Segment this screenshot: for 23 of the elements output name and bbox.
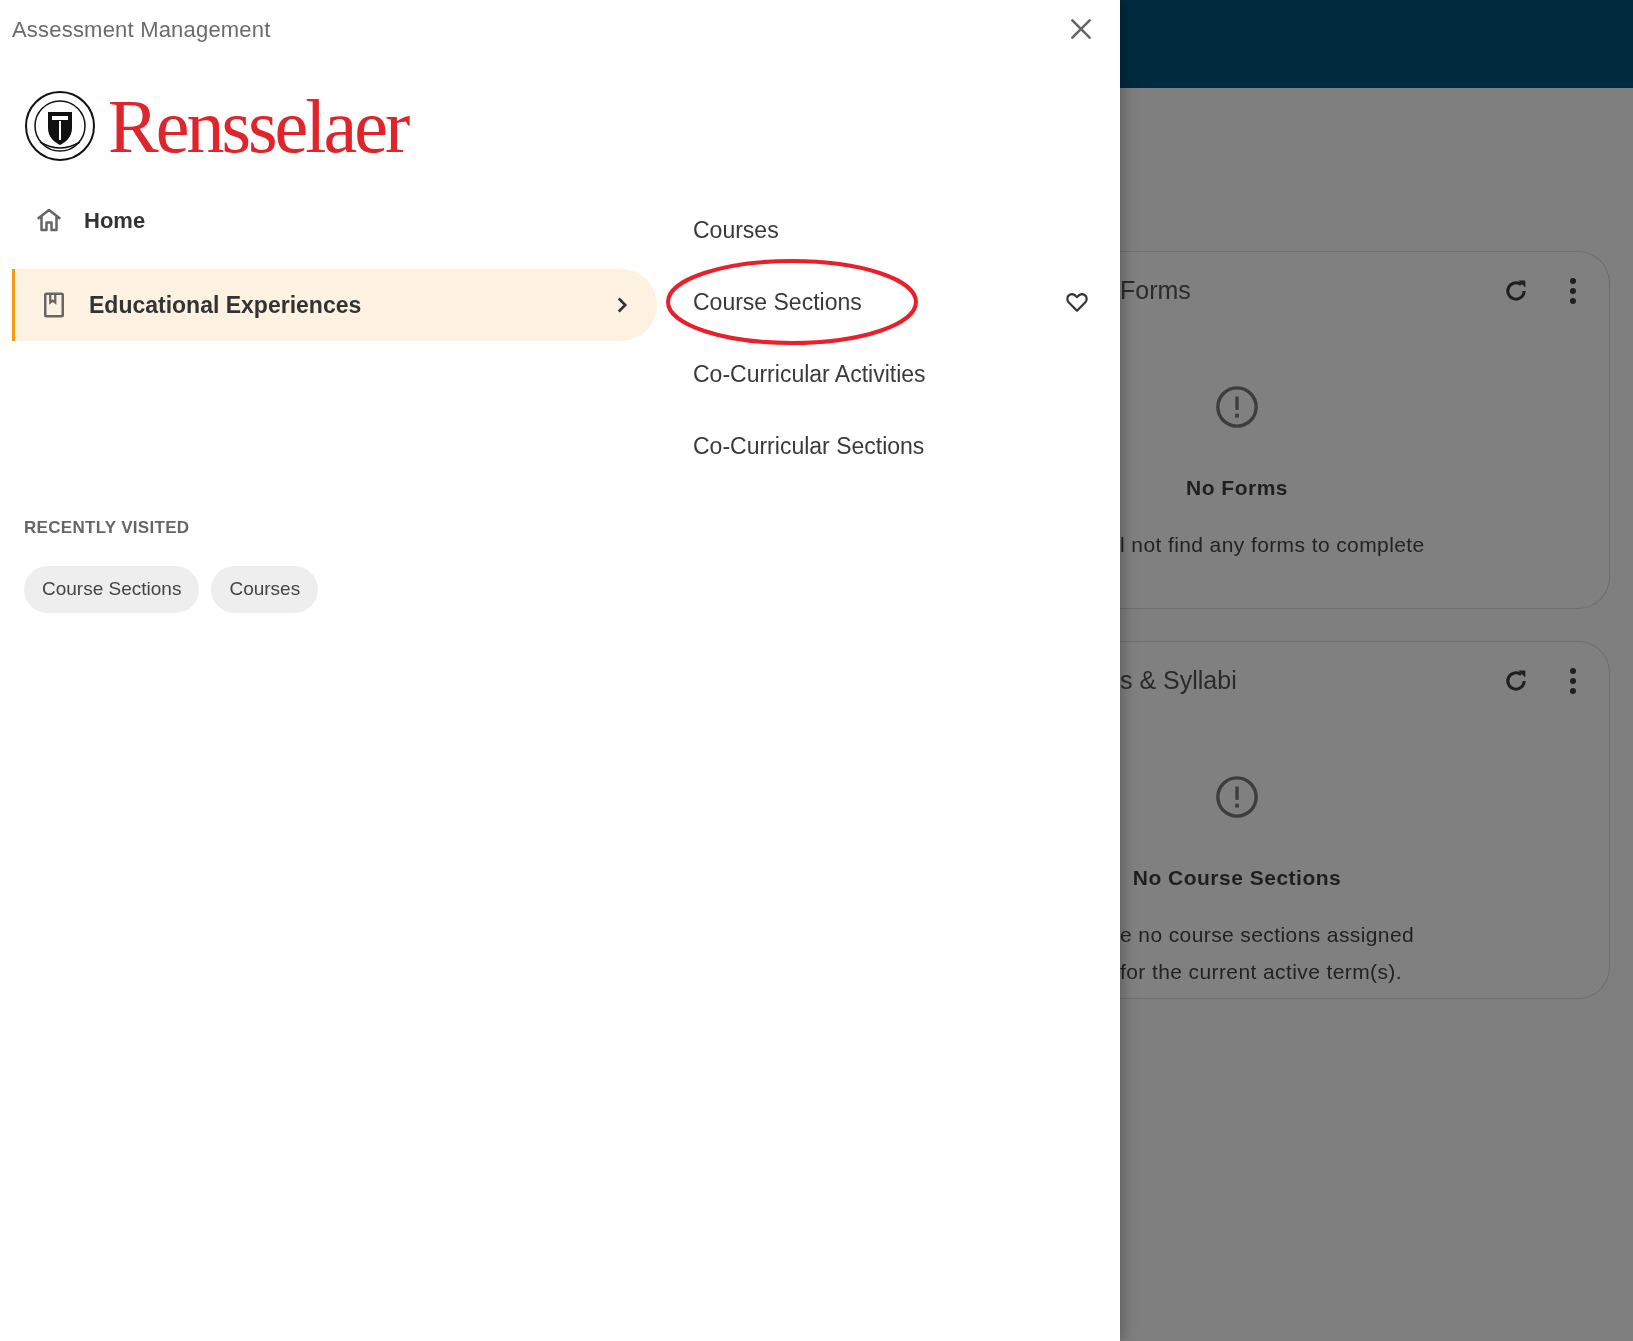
recent-chip[interactable]: Course Sections bbox=[24, 565, 200, 613]
submenu-link[interactable]: Courses bbox=[693, 212, 779, 248]
nav-item[interactable]: Home bbox=[12, 190, 657, 250]
alert-icon bbox=[1214, 384, 1260, 430]
empty-state-title: No Course Sections bbox=[1132, 865, 1342, 891]
more-icon[interactable] bbox=[1569, 277, 1577, 305]
submenu-link[interactable]: Co-Curricular Sections bbox=[693, 428, 925, 464]
logo-wordmark: Rensselaer bbox=[108, 88, 408, 164]
alert-icon bbox=[1214, 774, 1260, 820]
submenu-link[interactable]: Co-Curricular Activities bbox=[693, 356, 926, 392]
more-icon[interactable] bbox=[1569, 667, 1577, 695]
close-icon[interactable] bbox=[1068, 16, 1094, 42]
recent-chip[interactable]: Courses bbox=[211, 565, 319, 613]
nav-item[interactable]: Educational Experiences bbox=[12, 269, 657, 341]
card-title: Forms bbox=[1120, 275, 1192, 307]
empty-state-text: e no course sections assigned bbox=[1120, 921, 1416, 947]
card-title: s & Syllabi bbox=[1120, 665, 1238, 697]
section-heading: RECENTLY VISITED bbox=[24, 517, 191, 539]
empty-state-text: for the current active term(s). bbox=[1120, 958, 1403, 984]
empty-state-title: No Forms bbox=[1186, 475, 1288, 501]
seal-icon bbox=[24, 90, 96, 162]
empty-state-text: l not find any forms to complete bbox=[1120, 531, 1426, 557]
app-title: Assessment Management bbox=[12, 15, 271, 44]
